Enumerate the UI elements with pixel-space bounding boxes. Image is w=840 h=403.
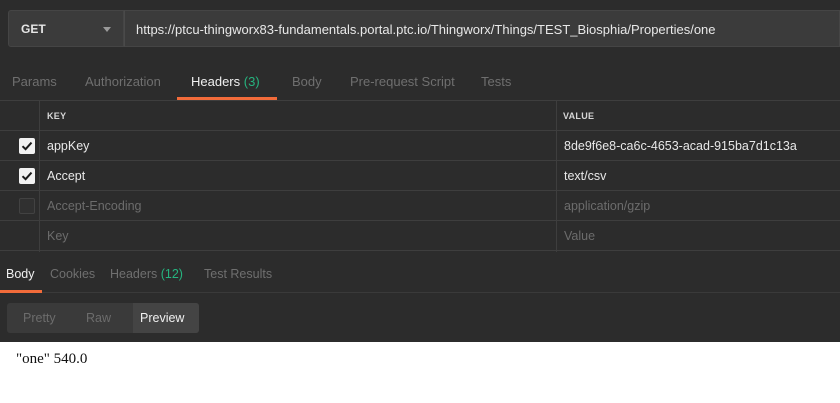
table-header-row: KEY VALUE [0,100,840,131]
tab-response-headers-label: Headers [110,267,158,281]
tab-authorization[interactable]: Authorization [85,74,161,89]
tab-params[interactable]: Params [12,74,57,89]
request-bar: GET https://ptcu-thingworx83-fundamental… [0,0,840,57]
tab-headers[interactable]: Headers (3) [191,74,260,89]
checkmark-icon [21,141,33,151]
response-tabs: Body Cookies Headers (12) Test Results [0,255,840,293]
header-key[interactable]: appKey [47,139,89,153]
key-column-header: KEY [47,111,67,121]
preview-button[interactable]: Preview [140,311,184,325]
headers-table: KEY VALUE appKey 8de9f6e8-ca6c-4653-acad… [0,100,840,252]
header-value[interactable]: 8de9f6e8-ca6c-4653-acad-915ba7d1c13a [564,139,797,153]
view-toggle: Pretty Raw Preview [7,303,199,333]
new-value-input[interactable]: Value [564,229,595,243]
tab-tests[interactable]: Tests [481,74,511,89]
new-header-row: Key Value [0,221,840,251]
url-input[interactable]: https://ptcu-thingworx83-fundamentals.po… [124,10,840,47]
tab-prerequest-script[interactable]: Pre-request Script [350,74,455,89]
table-row: Accept text/csv [0,161,840,191]
tab-response-headers-count: (12) [160,267,183,281]
response-preview-pane: "one" 540.0 [0,342,840,403]
table-row: appKey 8de9f6e8-ca6c-4653-acad-915ba7d1c… [0,131,840,161]
tab-test-results[interactable]: Test Results [204,267,272,281]
url-text: https://ptcu-thingworx83-fundamentals.po… [136,22,716,37]
method-select[interactable]: GET [8,10,124,47]
response-preview-text: "one" 540.0 [16,351,88,367]
header-value[interactable]: application/gzip [564,199,650,213]
chevron-down-icon [103,27,111,32]
table-row: Accept-Encoding application/gzip [0,191,840,221]
pretty-button[interactable]: Pretty [23,311,56,325]
request-tabs: Params Authorization Headers (3) Body Pr… [0,62,840,100]
row-checkbox[interactable] [19,168,35,184]
tab-response-headers[interactable]: Headers (12) [110,267,183,281]
checkmark-icon [21,171,33,181]
tab-headers-label: Headers [191,74,241,89]
tab-body[interactable]: Body [292,74,322,89]
tab-response-body[interactable]: Body [6,267,35,281]
active-tab-indicator [0,290,42,293]
value-column-header: VALUE [563,111,595,121]
header-key[interactable]: Accept-Encoding [47,199,142,213]
new-key-input[interactable]: Key [47,229,69,243]
row-checkbox[interactable] [19,138,35,154]
raw-button[interactable]: Raw [86,311,111,325]
tab-headers-count: (3) [243,74,260,89]
tab-cookies[interactable]: Cookies [50,267,95,281]
method-label: GET [21,22,46,36]
row-checkbox[interactable] [19,198,35,214]
header-value[interactable]: text/csv [564,169,606,183]
header-key[interactable]: Accept [47,169,85,183]
